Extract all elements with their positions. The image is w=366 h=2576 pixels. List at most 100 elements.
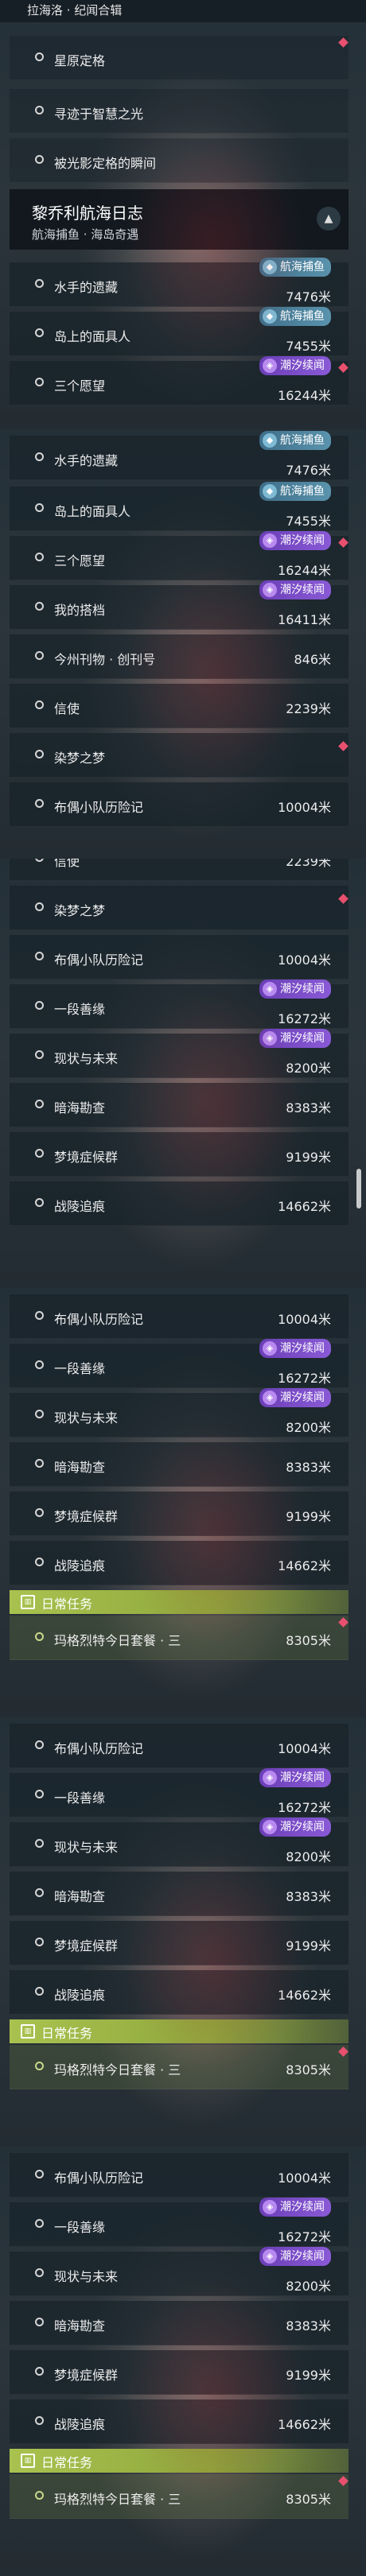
quest-name: 暗海勘查 xyxy=(54,1100,106,1115)
quest-row[interactable]: 战陵追痕 14662米 xyxy=(10,1970,348,2015)
circle-icon xyxy=(35,651,44,660)
circle-icon xyxy=(35,799,44,808)
daily-quest-header[interactable]: ▥ 日常任务 xyxy=(10,1590,348,1614)
fish-icon: ◆ xyxy=(263,260,277,274)
tide-icon: ◈ xyxy=(263,1820,277,1834)
quest-row[interactable]: 岛上的面具人 ◆ 航海捕鱼 7455米 xyxy=(10,482,348,531)
quest-name: 一段善缘 xyxy=(54,1790,106,1806)
quest-row-selected[interactable]: 玛格烈特今日套餐 · 三 8305米 xyxy=(10,2474,348,2519)
circle-icon xyxy=(35,1198,44,1207)
quest-row[interactable]: 三个愿望 ◈ 潮汐续闻 16244米 xyxy=(10,356,348,405)
quest-row[interactable]: 梦境症候群 9199米 xyxy=(10,1492,348,1536)
quest-row[interactable]: 现状与未来 ◈ 潮汐续闻 8200米 xyxy=(10,1388,348,1437)
quest-row[interactable]: 三个愿望 ◈ 潮汐续闻 16244米 xyxy=(10,531,348,580)
quest-row[interactable]: 战陵追痕 14662米 xyxy=(10,1541,348,1585)
quest-row-selected[interactable]: 玛格烈特今日套餐 · 三 8305米 xyxy=(10,1616,348,1660)
quest-distance: 16272米 xyxy=(278,2229,331,2244)
collapse-toggle-icon[interactable]: ▲ xyxy=(317,207,341,231)
quest-row[interactable]: 布偶小队历险记 10004米 xyxy=(10,2153,348,2198)
quest-name: 寻迹于智慧之光 xyxy=(54,107,144,122)
quest-name: 被光影定格的瞬间 xyxy=(54,156,157,171)
quest-row[interactable]: 被光影定格的瞬间 xyxy=(10,138,348,183)
circle-icon xyxy=(35,279,44,288)
quest-row[interactable]: 暗海勘查 8383米 xyxy=(10,2301,348,2345)
quest-row[interactable]: 现状与未来 ◈ 潮汐续闻 8200米 xyxy=(10,1818,348,1867)
daily-quest-header[interactable]: ▥ 日常任务 xyxy=(10,2019,348,2043)
quest-name: 信使 xyxy=(54,701,80,716)
quest-name: 布偶小队历险记 xyxy=(54,952,144,968)
quest-row[interactable]: 染梦之梦 xyxy=(10,886,348,930)
fishing-badge: ◆ 航海捕鱼 xyxy=(259,307,331,326)
circle-icon xyxy=(35,1149,44,1158)
quest-row[interactable]: 布偶小队历险记 10004米 xyxy=(10,1294,348,1339)
quest-row[interactable]: 染梦之梦 xyxy=(10,733,348,778)
quest-row[interactable]: 暗海勘查 8383米 xyxy=(10,1442,348,1487)
quest-distance: 10004米 xyxy=(278,1312,331,1327)
quest-distance: 16244米 xyxy=(278,563,331,578)
quest-row[interactable]: 一段善缘 ◈ 潮汐续闻 16272米 xyxy=(10,980,348,1029)
quest-row[interactable]: 今州刊物 · 创刊号 846米 xyxy=(10,634,348,679)
quest-row[interactable]: 布偶小队历险记 10004米 xyxy=(10,1724,348,1768)
quest-distance: 8200米 xyxy=(286,1849,331,1864)
quest-row[interactable]: 战陵追痕 14662米 xyxy=(10,1181,348,1226)
quest-distance: 10004米 xyxy=(278,800,331,815)
quest-row[interactable]: 星原定格 xyxy=(10,36,348,80)
quest-row-selected[interactable]: 玛格烈特今日套餐 · 三 8305米 xyxy=(10,2045,348,2089)
quest-row[interactable]: 暗海勘查 8383米 xyxy=(10,1083,348,1127)
screen-6: 布偶小队历险记 10004米 一段善缘 ◈ 潮汐续闻 16272米 现状与未来 ◈… xyxy=(0,2147,366,2576)
quest-row[interactable]: 我的搭档 ◈ 潮汐续闻 16411米 xyxy=(10,580,348,630)
fish-icon: ◆ xyxy=(263,309,277,324)
quest-name: 水手的遗藏 xyxy=(54,453,119,468)
circle-icon xyxy=(35,1050,44,1059)
alert-diamond-icon xyxy=(338,894,348,904)
quest-row[interactable]: 一段善缘 ◈ 潮汐续闻 16272米 xyxy=(10,2198,348,2247)
quest-row[interactable]: 水手的遗藏 ◆ 航海捕鱼 7476米 xyxy=(10,431,348,480)
quest-row[interactable]: 布偶小队历险记 10004米 xyxy=(10,935,348,980)
quest-row[interactable]: 梦境症候群 9199米 xyxy=(10,1132,348,1177)
quest-row[interactable]: 现状与未来 ◈ 潮汐续闻 8200米 xyxy=(10,2247,348,2296)
tide-badge: ◈ 潮汐续闻 xyxy=(259,980,331,999)
quest-row[interactable]: 一段善缘 ◈ 潮汐续闻 16272米 xyxy=(10,1339,348,1388)
circle-icon xyxy=(35,106,44,114)
quest-distance: 7455米 xyxy=(286,339,331,354)
circle-icon xyxy=(35,2491,44,2500)
screen-5: 布偶小队历险记 10004米 一段善缘 ◈ 潮汐续闻 16272米 现状与未来 ◈… xyxy=(0,1717,366,2147)
tide-badge: ◈ 潮汐续闻 xyxy=(259,531,331,550)
quest-distance: 9199米 xyxy=(286,1938,331,1953)
quest-row[interactable]: 梦境症候群 9199米 xyxy=(10,1921,348,1965)
quest-row[interactable]: 水手的遗藏 ◆ 航海捕鱼 7476米 xyxy=(10,258,348,307)
quest-row[interactable]: 一段善缘 ◈ 潮汐续闻 16272米 xyxy=(10,1768,348,1818)
quest-row[interactable]: 信使 2239米 xyxy=(10,684,348,728)
tide-badge: ◈ 潮汐续闻 xyxy=(259,356,331,375)
quest-name: 星原定格 xyxy=(54,53,106,68)
section-header[interactable]: 黎乔利航海日志 航海捕鱼 · 海岛奇遇 ▲ xyxy=(10,189,348,250)
circle-icon xyxy=(35,1790,44,1798)
quest-name: 布偶小队历险记 xyxy=(54,2171,144,2186)
quest-name: 一段善缘 xyxy=(54,1002,106,1017)
quest-row[interactable]: 现状与未来 ◈ 潮汐续闻 8200米 xyxy=(10,1029,348,1078)
quest-name: 今州刊物 · 创刊号 xyxy=(54,652,156,667)
quest-name: 梦境症候群 xyxy=(54,2368,119,2383)
quest-row[interactable]: 梦境症候群 9199米 xyxy=(10,2350,348,2395)
quest-row[interactable]: 信使 2239米 xyxy=(10,859,348,881)
scrollbar-thumb[interactable] xyxy=(356,1169,361,1208)
circle-icon xyxy=(35,452,44,461)
daily-quest-header[interactable]: ▥ 日常任务 xyxy=(10,2449,348,2473)
quest-row[interactable]: 暗海勘查 8383米 xyxy=(10,1872,348,1916)
circle-icon xyxy=(35,1360,44,1369)
quest-distance: 10004米 xyxy=(278,1741,331,1756)
tide-icon: ◈ xyxy=(263,2200,277,2214)
quest-name: 玛格烈特今日套餐 · 三 xyxy=(54,2492,181,2507)
quest-name: 布偶小队历险记 xyxy=(54,1741,144,1756)
screen-3: 信使 2239米 染梦之梦 布偶小队历险记 10004米 一段善缘 ◈ 潮汐续闻 … xyxy=(0,859,366,1288)
quest-distance: 7476米 xyxy=(286,289,331,305)
quest-row[interactable]: 布偶小队历险记 10004米 xyxy=(10,782,348,827)
circle-icon xyxy=(35,1632,44,1641)
circle-icon xyxy=(35,155,44,164)
quest-row[interactable]: 战陵追痕 14662米 xyxy=(10,2399,348,2444)
quest-row[interactable]: 岛上的面具人 ◆ 航海捕鱼 7455米 xyxy=(10,307,348,356)
tide-badge: ◈ 潮汐续闻 xyxy=(259,2247,331,2266)
circle-icon xyxy=(35,1459,44,1468)
quest-name: 暗海勘查 xyxy=(54,1460,106,1475)
quest-row[interactable]: 寻迹于智慧之光 xyxy=(10,89,348,134)
